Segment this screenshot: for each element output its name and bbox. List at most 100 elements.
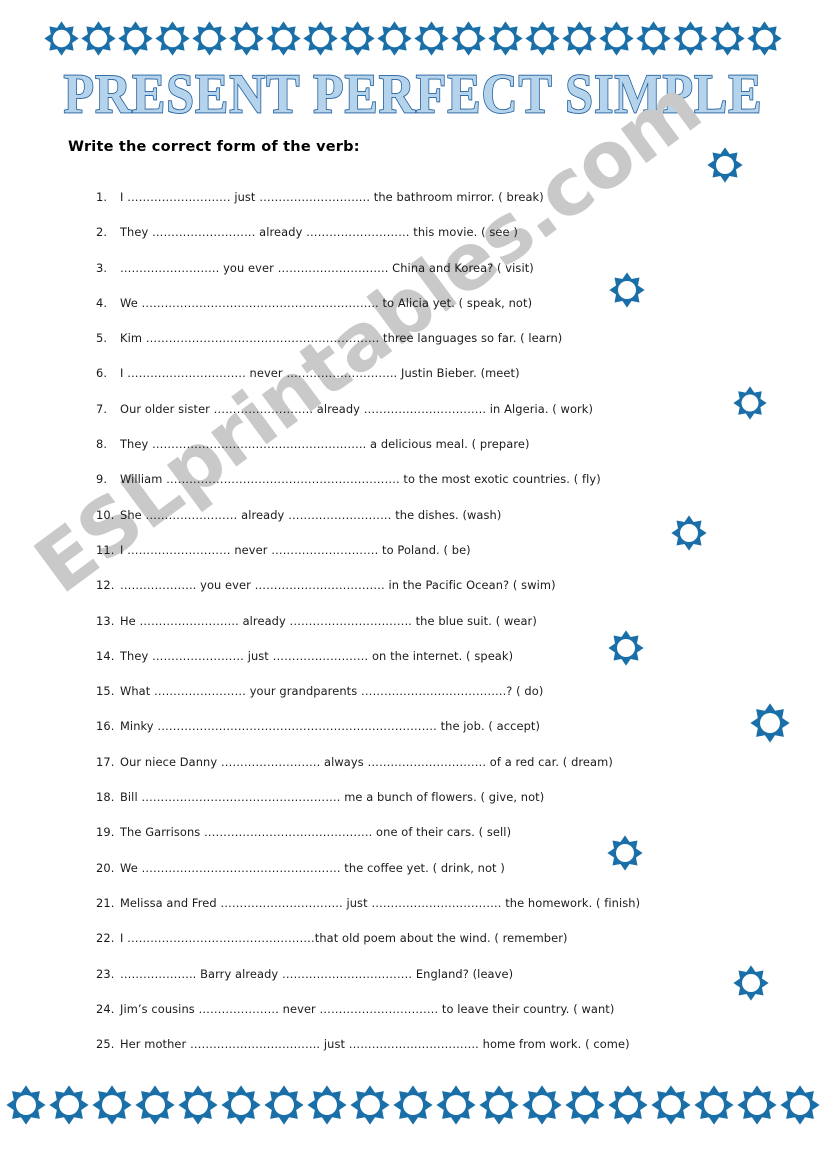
sun-icon	[599, 20, 634, 56]
exercise-number: 1.	[96, 190, 108, 204]
sun-icon	[135, 1085, 175, 1125]
sun-icon	[707, 147, 743, 183]
exercise-sentence[interactable]: They ……………………………………………….. a delicious me…	[120, 437, 530, 451]
sun-icon	[192, 20, 227, 56]
exercise-row: 18. Bill ……………………………………………. me a bunch of…	[96, 790, 756, 825]
exercise-number: 14.	[96, 648, 115, 663]
exercise-row: 6. I …………………………. never ……………………….. Justin…	[96, 366, 756, 401]
exercise-sentence[interactable]: They …………………… just ………………….… on the inte…	[120, 649, 513, 663]
exercise-sentence[interactable]: Minky ………………………………………………………………. the job.…	[120, 719, 540, 733]
bottom-sun-border	[0, 1079, 826, 1131]
exercise-number: 16.	[96, 719, 115, 734]
exercise-sentence[interactable]: …………………….. you ever ……………………….. China an…	[120, 261, 534, 275]
exercise-row: 3. …………………….. you ever ……………………….. China …	[96, 261, 756, 296]
exercise-number: 4.	[96, 295, 108, 310]
exercise-sentence[interactable]: Melissa and Fred ………………………….. just ………………	[120, 896, 640, 910]
worksheet-page: ESLprintables.com PRESENT PERFECT SIMPLE…	[0, 0, 826, 1169]
sun-icon	[266, 20, 301, 56]
sun-icon	[562, 20, 597, 56]
exercise-sentence[interactable]: I ………………………………………….that old poem about t…	[120, 931, 568, 945]
sun-icon	[155, 20, 190, 56]
sun-icon	[525, 20, 560, 56]
exercise-sentence[interactable]: Her mother ……………………………. just ………………………………	[120, 1037, 630, 1051]
exercise-number: 15.	[96, 684, 115, 699]
title-container: PRESENT PERFECT SIMPLE	[0, 63, 826, 126]
instruction-text: Write the correct form of the verb:	[68, 139, 360, 155]
exercise-row: 15. What …………………… your grandparents ………………	[96, 684, 756, 719]
exercise-number: 19.	[96, 825, 115, 840]
exercise-number: 5.	[96, 331, 108, 346]
exercise-number: 22.	[96, 931, 115, 946]
sun-icon	[488, 20, 523, 56]
exercise-sentence[interactable]: We ……………………………………………. the coffee yet. ( …	[120, 861, 505, 875]
exercise-row: 2. They ……………………… already ……………………… this …	[96, 225, 756, 260]
exercise-sentence[interactable]: I …………………………. never ……………………….. Justin B…	[120, 366, 520, 380]
exercise-sentence[interactable]: ……………….. you ever ……………………………. in the Pa…	[120, 578, 556, 592]
exercise-sentence[interactable]: Jim’s cousins ………………… never …………………………. …	[120, 1002, 614, 1016]
exercise-number: 6.	[96, 366, 108, 381]
exercise-sentence[interactable]: ……………….. Barry already ……………………………. Engl…	[120, 967, 513, 981]
exercise-sentence[interactable]: William ……………………………………………………. to the mos…	[120, 472, 601, 486]
exercise-sentence[interactable]: He …………………….. already ………………………….. the b…	[120, 614, 537, 628]
exercise-sentence[interactable]: What …………………… your grandparents ………………………	[120, 684, 543, 698]
exercise-sentence[interactable]: Bill ……………………………………………. me a bunch of fl…	[120, 790, 544, 804]
sun-icon	[522, 1085, 562, 1125]
sun-icon	[118, 20, 153, 56]
exercise-sentence[interactable]: We …………………………………………………….. to Alicia yet.…	[120, 296, 532, 310]
sun-icon	[436, 1085, 476, 1125]
exercise-sentence[interactable]: Our older sister …………………….. already ……………	[120, 402, 593, 416]
sun-icon	[673, 20, 708, 56]
exercise-row: 5. Kim ……………………………………………………. three langua…	[96, 331, 756, 366]
exercise-number: 3.	[96, 260, 108, 275]
exercise-number: 25.	[96, 1037, 115, 1052]
exercise-sentence[interactable]: I ……………………… never ………………………. to Poland. …	[120, 543, 471, 557]
exercise-row: 24. Jim’s cousins ………………… never …………………………	[96, 1002, 756, 1037]
sun-icon	[414, 20, 449, 56]
sun-icon	[44, 20, 79, 56]
exercise-sentence[interactable]: The Garrisons …………………………………….. one of th…	[120, 825, 511, 839]
page-title: PRESENT PERFECT SIMPLE	[63, 63, 763, 126]
sun-icon	[377, 20, 412, 56]
sun-icon	[636, 20, 671, 56]
exercise-number: 11.	[96, 542, 115, 557]
sun-icon	[92, 1085, 132, 1125]
sun-icon	[307, 1085, 347, 1125]
exercise-number: 23.	[96, 966, 115, 981]
exercise-number: 9.	[96, 472, 108, 487]
exercise-sentence[interactable]: Our niece Danny …………………….. always …………………	[120, 755, 613, 769]
sun-icon	[737, 1085, 777, 1125]
exercise-row: 23. ……………….. Barry already ……………………………. E…	[96, 967, 756, 1002]
exercise-row: 7. Our older sister …………………….. already ………	[96, 402, 756, 437]
exercise-row: 4. We …………………………………………………….. to Alicia ye…	[96, 296, 756, 331]
exercise-row: 16. Minky ………………………………………………………………. the j…	[96, 719, 756, 754]
exercise-number: 24.	[96, 1001, 115, 1016]
exercise-number: 2.	[96, 225, 108, 240]
sun-icon	[264, 1085, 304, 1125]
top-sun-border	[0, 16, 826, 60]
exercise-row: 12. ……………….. you ever ……………………………. in the…	[96, 578, 756, 613]
exercise-row: 1. I ……………………… just ……………………….. the bathr…	[96, 190, 756, 225]
exercise-number: 20.	[96, 860, 115, 875]
exercise-row: 13. He …………………….. already ………………………….. th…	[96, 614, 756, 649]
sun-icon	[178, 1085, 218, 1125]
exercise-sentence[interactable]: Kim ……………………………………………………. three language…	[120, 331, 562, 345]
exercise-row: 22. I ………………………………………….that old poem abou…	[96, 931, 756, 966]
exercise-sentence[interactable]: She …………………… already ……………………… the dishe…	[120, 508, 501, 522]
exercise-number: 12.	[96, 578, 115, 593]
sun-icon	[710, 20, 745, 56]
sun-icon	[451, 20, 486, 56]
sun-icon	[694, 1085, 734, 1125]
exercise-number: 10.	[96, 507, 115, 522]
sun-icon	[303, 20, 338, 56]
exercise-sentence[interactable]: They ……………………… already ……………………… this mo…	[120, 225, 518, 239]
exercise-number: 7.	[96, 401, 108, 416]
exercise-list: 1. I ……………………… just ……………………….. the bathr…	[96, 190, 756, 1072]
sun-icon	[750, 703, 790, 743]
exercise-sentence[interactable]: I ……………………… just ……………………….. the bathroo…	[120, 190, 544, 204]
exercise-row: 14. They …………………… just ………………….… on the i…	[96, 649, 756, 684]
exercise-number: 21.	[96, 895, 115, 910]
exercise-number: 13.	[96, 613, 115, 628]
exercise-row: 21. Melissa and Fred ………………………….. just ………	[96, 896, 756, 931]
sun-icon	[565, 1085, 605, 1125]
sun-icon	[49, 1085, 89, 1125]
